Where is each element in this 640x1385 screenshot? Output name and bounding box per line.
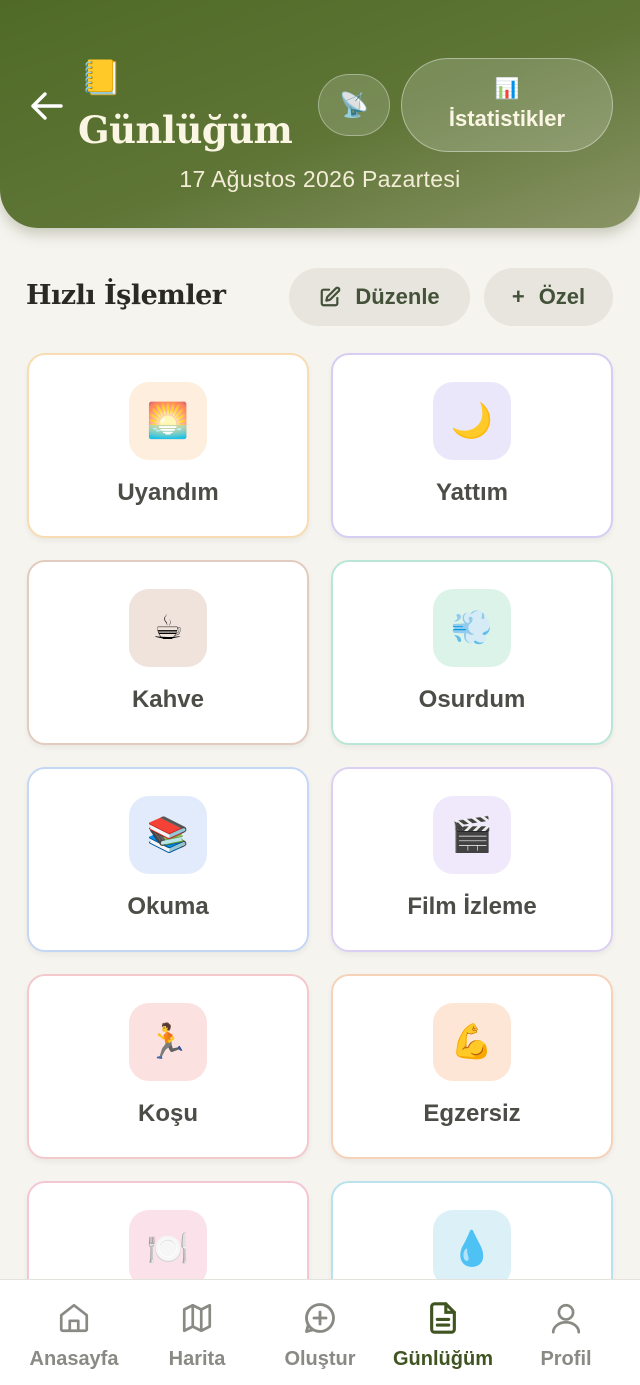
plus-icon: + <box>511 284 525 309</box>
header-banner: 📒 Günlüğüm 17 Ağustos 2026 Pazartesi 📡 📊… <box>0 0 640 228</box>
quick-action-label: Egzersiz <box>423 1100 521 1127</box>
nav-label: Günlüğüm <box>393 1348 493 1370</box>
quick-action-label: Osurdum <box>418 686 526 713</box>
statistics-label: İstatistikler <box>448 106 566 131</box>
quick-action-label: Kahve <box>131 686 205 713</box>
quick-action-icon: 💨 <box>433 589 511 667</box>
edit-label: Düzenle <box>355 284 440 309</box>
quick-action-icon: 🏃 <box>129 1003 207 1081</box>
quick-action-icon: 📚 <box>129 796 207 874</box>
quick-action-icon: 💪 <box>433 1003 511 1081</box>
nav-item-profile[interactable]: Profil <box>502 1298 630 1378</box>
satellite-button[interactable]: 📡 <box>318 74 390 136</box>
custom-label: Özel <box>538 284 586 309</box>
quick-action-card[interactable]: 🎬 Film İzleme <box>331 767 613 952</box>
quick-action-icon: 💧 <box>433 1210 511 1288</box>
quick-action-card[interactable]: ☕ Kahve <box>27 560 309 745</box>
quick-action-card[interactable]: 📚 Okuma <box>27 767 309 952</box>
quick-action-label: Uyandım <box>117 479 219 506</box>
bottom-navigation: Anasayfa Harita Oluştur Günlüğüm Profil <box>0 1279 640 1385</box>
quick-action-icon: 🌅 <box>129 382 207 460</box>
quick-action-label: Film İzleme <box>407 893 537 920</box>
quick-action-icon: 🍽️ <box>129 1210 207 1288</box>
quick-action-label: Okuma <box>127 893 209 920</box>
nav-label: Profil <box>540 1348 592 1370</box>
quick-action-card[interactable]: 💪 Egzersiz <box>331 974 613 1159</box>
edit-icon <box>319 286 341 308</box>
quick-actions-title: Hızlı İşlemler <box>26 280 226 311</box>
quick-action-icon: 🌙 <box>433 382 511 460</box>
page-date: 17 Ağustos 2026 Pazartesi <box>179 166 461 192</box>
notebook-icon: 📒 <box>80 59 123 97</box>
nav-item-create[interactable]: Oluştur <box>256 1298 384 1378</box>
map-icon <box>180 1298 214 1338</box>
nav-item-home[interactable]: Anasayfa <box>10 1298 138 1378</box>
nav-label: Anasayfa <box>29 1348 119 1370</box>
chat-plus-icon <box>302 1298 338 1338</box>
nav-item-map[interactable]: Harita <box>133 1298 261 1378</box>
nav-item-journal[interactable]: Günlüğüm <box>379 1298 507 1378</box>
quick-action-icon: 🎬 <box>433 796 511 874</box>
page-title: Günlüğüm <box>78 108 293 152</box>
arrow-left-icon <box>31 92 63 120</box>
nav-label: Oluştur <box>284 1348 356 1370</box>
quick-action-card[interactable]: 💨 Osurdum <box>331 560 613 745</box>
edit-button[interactable]: Düzenle <box>289 268 470 326</box>
quick-action-label: Yattım <box>435 479 509 506</box>
quick-action-card[interactable]: 🌙 Yattım <box>331 353 613 538</box>
quick-action-icon: ☕ <box>129 589 207 667</box>
nav-label: Harita <box>168 1348 226 1370</box>
statistics-button[interactable]: 📊 İstatistikler <box>401 58 613 152</box>
satellite-icon: 📡 <box>339 91 369 119</box>
bar-chart-icon: 📊 <box>494 78 520 100</box>
home-icon <box>57 1298 91 1338</box>
quick-action-card[interactable]: 🌅 Uyandım <box>27 353 309 538</box>
quick-action-card[interactable]: 🏃 Koşu <box>27 974 309 1159</box>
back-button[interactable] <box>24 86 68 126</box>
quick-action-label: Koşu <box>138 1100 198 1127</box>
custom-button[interactable]: + Özel <box>484 268 613 326</box>
document-icon <box>426 1298 460 1338</box>
user-icon <box>549 1298 583 1338</box>
